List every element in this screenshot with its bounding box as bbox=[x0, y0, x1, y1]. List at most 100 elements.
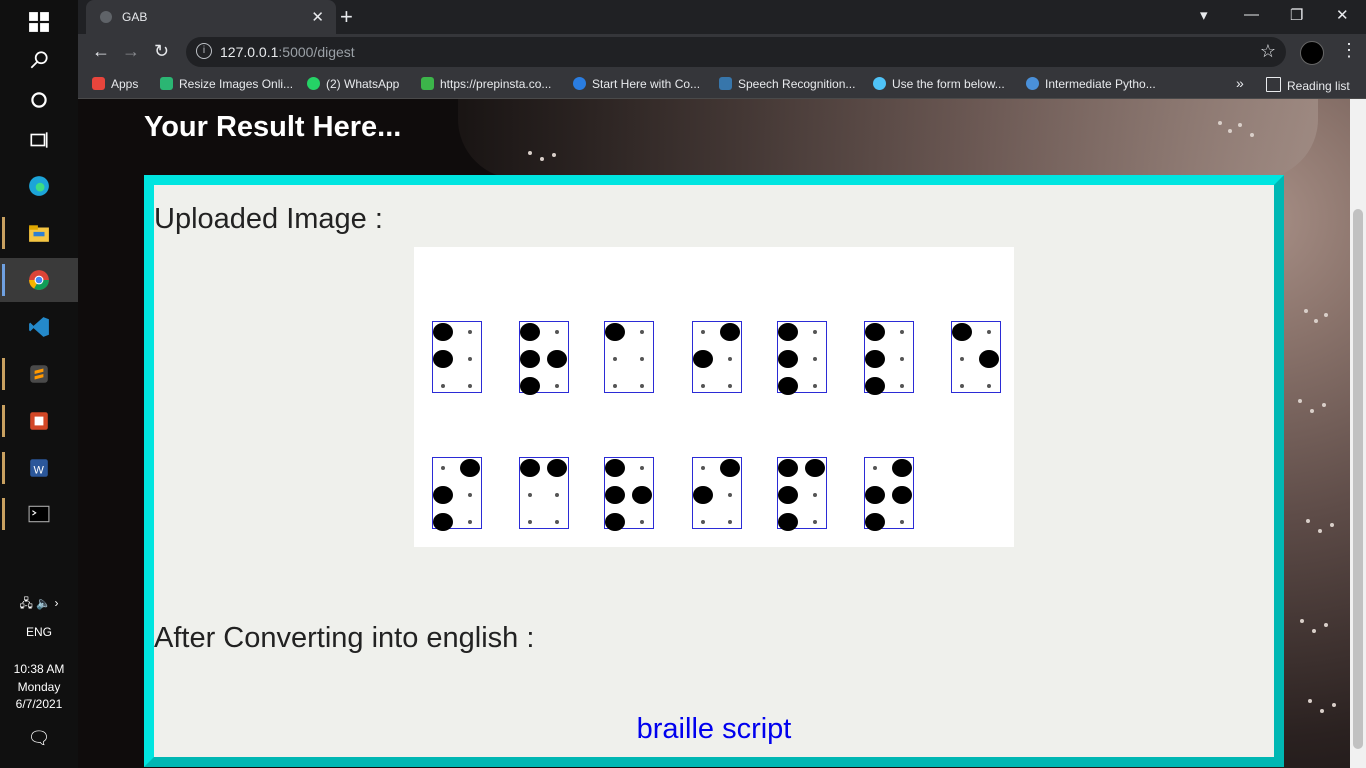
braille-dot-flat bbox=[701, 384, 705, 388]
bookmark-use-form[interactable]: Use the form below... bbox=[873, 77, 1005, 91]
background-dot bbox=[1324, 623, 1328, 627]
menu-kebab-icon[interactable]: ⋮ bbox=[1340, 40, 1358, 61]
file-explorer-button[interactable] bbox=[0, 211, 78, 255]
windows-logo-icon bbox=[29, 12, 49, 32]
braille-dot-raised bbox=[520, 350, 540, 368]
tab-search-icon[interactable]: ▾ bbox=[1200, 6, 1208, 24]
braille-dot-raised bbox=[778, 377, 798, 395]
sublime-button[interactable] bbox=[0, 352, 78, 396]
edge-button[interactable] bbox=[0, 164, 78, 208]
braille-dot-raised bbox=[778, 513, 798, 531]
braille-dot-flat bbox=[960, 357, 964, 361]
braille-cell bbox=[519, 457, 569, 529]
address-bar[interactable]: i 127.0.0.1:5000/digest ☆ bbox=[186, 37, 1286, 67]
profile-avatar[interactable] bbox=[1300, 41, 1324, 65]
task-view-button[interactable] bbox=[0, 118, 78, 162]
bookmark-speech-recognition[interactable]: Speech Recognition... bbox=[719, 77, 855, 91]
bookmark-prepinsta[interactable]: https://prepinsta.co... bbox=[421, 77, 551, 91]
braille-cell bbox=[777, 321, 827, 395]
close-window-button[interactable]: ✕ bbox=[1336, 6, 1349, 24]
network-icon[interactable]: 🖧 bbox=[19, 596, 32, 610]
close-tab-icon[interactable]: ✕ bbox=[311, 8, 324, 26]
background-dot bbox=[552, 153, 556, 157]
braille-cell bbox=[604, 321, 654, 393]
braille-dot-flat bbox=[555, 384, 559, 388]
more-bookmarks-button[interactable]: » bbox=[1236, 75, 1244, 91]
reading-list-button[interactable]: Reading list bbox=[1266, 77, 1350, 93]
braille-dot-raised bbox=[865, 486, 885, 504]
pythonista-icon bbox=[573, 77, 586, 90]
back-button[interactable]: ← bbox=[92, 41, 110, 62]
braille-dot-flat bbox=[468, 357, 472, 361]
braille-dot-raised bbox=[892, 486, 912, 504]
braille-dot-flat bbox=[468, 493, 472, 497]
system-tray[interactable]: 🖧 🔈 › bbox=[0, 594, 78, 615]
background-dot bbox=[1310, 409, 1314, 413]
braille-cell bbox=[951, 321, 1001, 393]
powerpoint-button[interactable] bbox=[0, 399, 78, 443]
word-button[interactable]: W bbox=[0, 446, 78, 490]
bookmark-whatsapp[interactable]: (2) WhatsApp bbox=[307, 77, 399, 91]
search-button[interactable] bbox=[0, 38, 78, 82]
terminal-button[interactable] bbox=[0, 492, 78, 536]
converted-label: After Converting into english : bbox=[154, 622, 535, 654]
word-icon: W bbox=[30, 459, 48, 477]
braille-dot-flat bbox=[528, 520, 532, 524]
bookmark-star-icon[interactable]: ☆ bbox=[1260, 41, 1276, 62]
braille-dot-raised bbox=[720, 459, 740, 477]
braille-dot-raised bbox=[605, 486, 625, 504]
page-scrollbar[interactable] bbox=[1350, 99, 1366, 768]
sublime-icon bbox=[30, 365, 48, 383]
cortana-icon bbox=[31, 92, 47, 108]
bookmark-resize-images[interactable]: Resize Images Onli... bbox=[160, 77, 293, 91]
braille-dot-raised bbox=[460, 459, 480, 477]
minimize-button[interactable]: — bbox=[1244, 6, 1259, 23]
cortana-button[interactable] bbox=[0, 78, 78, 122]
prepinsta-icon bbox=[421, 77, 434, 90]
braille-dot-raised bbox=[778, 323, 798, 341]
background-dot bbox=[540, 157, 544, 161]
chrome-taskbar-button[interactable] bbox=[0, 258, 78, 302]
braille-dot-raised bbox=[520, 459, 540, 477]
braille-dot-flat bbox=[555, 520, 559, 524]
chrome-icon bbox=[29, 270, 49, 290]
bookmark-intermediate-python[interactable]: Intermediate Pytho... bbox=[1026, 77, 1156, 91]
reload-button[interactable]: ↻ bbox=[154, 41, 169, 62]
restore-button[interactable]: ❐ bbox=[1290, 6, 1303, 24]
browser-window: GAB ✕ + ▾ — ❐ ✕ ← → ↻ i 127.0.0.1:5000/d… bbox=[78, 0, 1366, 768]
bookmark-start-here[interactable]: Start Here with Co... bbox=[573, 77, 700, 91]
vscode-button[interactable] bbox=[0, 305, 78, 349]
braille-dot-raised bbox=[520, 323, 540, 341]
braille-dot-flat bbox=[873, 466, 877, 470]
braille-dot-flat bbox=[441, 384, 445, 388]
background-dot bbox=[1314, 319, 1318, 323]
braille-dot-flat bbox=[613, 384, 617, 388]
notification-icon[interactable]: 🗨 bbox=[0, 728, 78, 749]
tab-gab[interactable]: GAB ✕ bbox=[86, 0, 336, 34]
braille-dot-raised bbox=[433, 350, 453, 368]
clock-time[interactable]: 10:38 AM bbox=[0, 662, 78, 676]
toolbar: ← → ↻ i 127.0.0.1:5000/digest ☆ ⋮ bbox=[78, 34, 1366, 70]
braille-cell bbox=[692, 321, 742, 393]
braille-cell bbox=[519, 321, 569, 395]
scrollbar-thumb[interactable] bbox=[1353, 209, 1363, 749]
chevron-right-icon[interactable]: › bbox=[55, 596, 59, 610]
result-panel: Uploaded Image : After Converting into e… bbox=[144, 175, 1284, 767]
braille-dot-flat bbox=[613, 357, 617, 361]
site-info-icon[interactable]: i bbox=[196, 43, 212, 59]
volume-icon[interactable]: 🔈 bbox=[36, 596, 51, 610]
braille-dot-raised bbox=[520, 377, 540, 395]
new-tab-button[interactable]: + bbox=[340, 4, 353, 30]
braille-dot-raised bbox=[778, 486, 798, 504]
background-dot bbox=[1228, 129, 1232, 133]
url-text[interactable]: 127.0.0.1:5000/digest bbox=[220, 44, 355, 60]
bookmark-apps[interactable]: Apps bbox=[92, 77, 138, 91]
tab-title: GAB bbox=[122, 10, 148, 24]
braille-dot-flat bbox=[555, 493, 559, 497]
forward-button[interactable]: → bbox=[122, 41, 140, 62]
braille-dot-flat bbox=[900, 357, 904, 361]
python-course-icon bbox=[1026, 77, 1039, 90]
braille-dot-raised bbox=[693, 486, 713, 504]
language-indicator[interactable]: ENG bbox=[0, 625, 78, 639]
braille-cell bbox=[604, 457, 654, 531]
